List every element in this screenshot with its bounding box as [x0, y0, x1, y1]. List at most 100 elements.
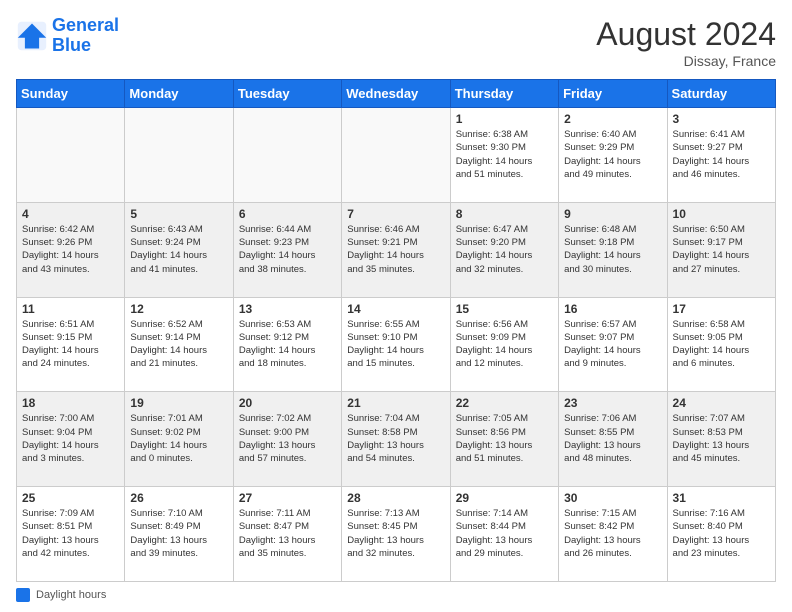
title-block: August 2024 Dissay, France [596, 16, 776, 69]
day-info: Sunrise: 6:40 AMSunset: 9:29 PMDaylight:… [564, 128, 661, 181]
calendar-day-cell: 16 Sunrise: 6:57 AMSunset: 9:07 PMDayligh… [559, 297, 667, 392]
day-number: 24 [673, 396, 770, 410]
day-info: Sunrise: 7:14 AMSunset: 8:44 PMDaylight:… [456, 507, 553, 560]
day-number: 11 [22, 302, 119, 316]
logo-icon [16, 20, 48, 52]
calendar-day-cell: 7Sunrise: 6:46 AMSunset: 9:21 PMDaylight… [342, 202, 450, 297]
calendar-day-cell: 23 Sunrise: 7:06 AMSunset: 8:55 PMDayligh… [559, 392, 667, 487]
calendar-day-cell: 6 Sunrise: 6:44 AMSunset: 9:23 PMDaylight… [233, 202, 341, 297]
calendar-day-cell: 20 Sunrise: 7:02 AMSunset: 9:00 PMDayligh… [233, 392, 341, 487]
day-number: 13 [239, 302, 336, 316]
calendar-day-cell [125, 108, 233, 203]
calendar-header-cell: Sunday [17, 80, 125, 108]
legend-box [16, 588, 30, 602]
calendar-day-cell: 30Sunrise: 7:15 AMSunset: 8:42 PMDayligh… [559, 487, 667, 582]
calendar-body: 1 Sunrise: 6:38 AMSunset: 9:30 PMDaylight… [17, 108, 776, 582]
day-number: 3 [673, 112, 770, 126]
day-number: 6 [239, 207, 336, 221]
day-info: Sunrise: 7:16 AMSunset: 8:40 PMDaylight:… [673, 507, 770, 560]
day-number: 1 [456, 112, 553, 126]
calendar-day-cell: 3 Sunrise: 6:41 AMSunset: 9:27 PMDaylight… [667, 108, 775, 203]
day-number: 23 [564, 396, 661, 410]
day-info: Sunrise: 6:44 AMSunset: 9:23 PMDaylight:… [239, 223, 336, 276]
calendar-day-cell: 10Sunrise: 6:50 AMSunset: 9:17 PMDayligh… [667, 202, 775, 297]
calendar-day-cell: 27Sunrise: 7:11 AMSunset: 8:47 PMDayligh… [233, 487, 341, 582]
day-info: Sunrise: 7:11 AMSunset: 8:47 PMDaylight:… [239, 507, 336, 560]
day-info: Sunrise: 7:10 AMSunset: 8:49 PMDaylight:… [130, 507, 227, 560]
day-info: Sunrise: 6:47 AMSunset: 9:20 PMDaylight:… [456, 223, 553, 276]
calendar-day-cell: 22Sunrise: 7:05 AMSunset: 8:56 PMDayligh… [450, 392, 558, 487]
logo-text: General Blue [52, 16, 119, 56]
day-info: Sunrise: 7:01 AMSunset: 9:02 PMDaylight:… [130, 412, 227, 465]
calendar-header-cell: Friday [559, 80, 667, 108]
calendar-header-row: SundayMondayTuesdayWednesdayThursdayFrid… [17, 80, 776, 108]
day-number: 16 [564, 302, 661, 316]
day-number: 22 [456, 396, 553, 410]
day-number: 8 [456, 207, 553, 221]
calendar-day-cell: 25 Sunrise: 7:09 AMSunset: 8:51 PMDayligh… [17, 487, 125, 582]
calendar-day-cell: 4Sunrise: 6:42 AMSunset: 9:26 PMDaylight… [17, 202, 125, 297]
day-number: 17 [673, 302, 770, 316]
day-number: 15 [456, 302, 553, 316]
calendar-day-cell: 21 Sunrise: 7:04 AMSunset: 8:58 PMDayligh… [342, 392, 450, 487]
day-info: Sunrise: 7:04 AMSunset: 8:58 PMDaylight:… [347, 412, 444, 465]
calendar-header-cell: Monday [125, 80, 233, 108]
calendar-week-row: 25 Sunrise: 7:09 AMSunset: 8:51 PMDayligh… [17, 487, 776, 582]
day-info: Sunrise: 7:09 AMSunset: 8:51 PMDaylight:… [22, 507, 119, 560]
calendar-day-cell: 2 Sunrise: 6:40 AMSunset: 9:29 PMDaylight… [559, 108, 667, 203]
calendar-day-cell: 14Sunrise: 6:55 AMSunset: 9:10 PMDayligh… [342, 297, 450, 392]
calendar-day-cell: 17Sunrise: 6:58 AMSunset: 9:05 PMDayligh… [667, 297, 775, 392]
day-number: 5 [130, 207, 227, 221]
day-number: 18 [22, 396, 119, 410]
day-info: Sunrise: 7:07 AMSunset: 8:53 PMDaylight:… [673, 412, 770, 465]
day-info: Sunrise: 7:13 AMSunset: 8:45 PMDaylight:… [347, 507, 444, 560]
calendar-day-cell: 1 Sunrise: 6:38 AMSunset: 9:30 PMDaylight… [450, 108, 558, 203]
calendar-day-cell: 5 Sunrise: 6:43 AMSunset: 9:24 PMDaylight… [125, 202, 233, 297]
day-info: Sunrise: 6:51 AMSunset: 9:15 PMDaylight:… [22, 318, 119, 371]
calendar-day-cell [342, 108, 450, 203]
day-info: Sunrise: 6:53 AMSunset: 9:12 PMDaylight:… [239, 318, 336, 371]
calendar-table: SundayMondayTuesdayWednesdayThursdayFrid… [16, 79, 776, 582]
footer: Daylight hours [16, 588, 776, 602]
day-number: 31 [673, 491, 770, 505]
day-info: Sunrise: 6:57 AMSunset: 9:07 PMDaylight:… [564, 318, 661, 371]
day-number: 25 [22, 491, 119, 505]
calendar-day-cell: 31 Sunrise: 7:16 AMSunset: 8:40 PMDayligh… [667, 487, 775, 582]
calendar-day-cell: 9Sunrise: 6:48 AMSunset: 9:18 PMDaylight… [559, 202, 667, 297]
calendar-week-row: 11 Sunrise: 6:51 AMSunset: 9:15 PMDayligh… [17, 297, 776, 392]
day-number: 26 [130, 491, 227, 505]
day-number: 12 [130, 302, 227, 316]
day-number: 14 [347, 302, 444, 316]
calendar-week-row: 4Sunrise: 6:42 AMSunset: 9:26 PMDaylight… [17, 202, 776, 297]
day-info: Sunrise: 7:15 AMSunset: 8:42 PMDaylight:… [564, 507, 661, 560]
day-info: Sunrise: 6:42 AMSunset: 9:26 PMDaylight:… [22, 223, 119, 276]
day-info: Sunrise: 6:43 AMSunset: 9:24 PMDaylight:… [130, 223, 227, 276]
location: Dissay, France [596, 53, 776, 69]
logo: General Blue [16, 16, 119, 56]
calendar-day-cell [233, 108, 341, 203]
calendar-header-cell: Wednesday [342, 80, 450, 108]
day-number: 20 [239, 396, 336, 410]
day-number: 21 [347, 396, 444, 410]
day-info: Sunrise: 6:56 AMSunset: 9:09 PMDaylight:… [456, 318, 553, 371]
calendar-day-cell: 13 Sunrise: 6:53 AMSunset: 9:12 PMDayligh… [233, 297, 341, 392]
calendar-day-cell: 8 Sunrise: 6:47 AMSunset: 9:20 PMDaylight… [450, 202, 558, 297]
calendar-day-cell: 28Sunrise: 7:13 AMSunset: 8:45 PMDayligh… [342, 487, 450, 582]
calendar-day-cell: 18Sunrise: 7:00 AMSunset: 9:04 PMDayligh… [17, 392, 125, 487]
day-info: Sunrise: 6:38 AMSunset: 9:30 PMDaylight:… [456, 128, 553, 181]
day-info: Sunrise: 7:02 AMSunset: 9:00 PMDaylight:… [239, 412, 336, 465]
day-number: 2 [564, 112, 661, 126]
calendar-day-cell: 19 Sunrise: 7:01 AMSunset: 9:02 PMDayligh… [125, 392, 233, 487]
day-info: Sunrise: 6:41 AMSunset: 9:27 PMDaylight:… [673, 128, 770, 181]
day-number: 29 [456, 491, 553, 505]
day-info: Sunrise: 6:48 AMSunset: 9:18 PMDaylight:… [564, 223, 661, 276]
calendar-day-cell [17, 108, 125, 203]
calendar-day-cell: 29 Sunrise: 7:14 AMSunset: 8:44 PMDayligh… [450, 487, 558, 582]
calendar-day-cell: 11 Sunrise: 6:51 AMSunset: 9:15 PMDayligh… [17, 297, 125, 392]
calendar-day-cell: 15 Sunrise: 6:56 AMSunset: 9:09 PMDayligh… [450, 297, 558, 392]
page: General Blue August 2024 Dissay, France … [0, 0, 792, 612]
day-info: Sunrise: 6:52 AMSunset: 9:14 PMDaylight:… [130, 318, 227, 371]
day-info: Sunrise: 7:06 AMSunset: 8:55 PMDaylight:… [564, 412, 661, 465]
calendar-day-cell: 12 Sunrise: 6:52 AMSunset: 9:14 PMDayligh… [125, 297, 233, 392]
day-number: 19 [130, 396, 227, 410]
